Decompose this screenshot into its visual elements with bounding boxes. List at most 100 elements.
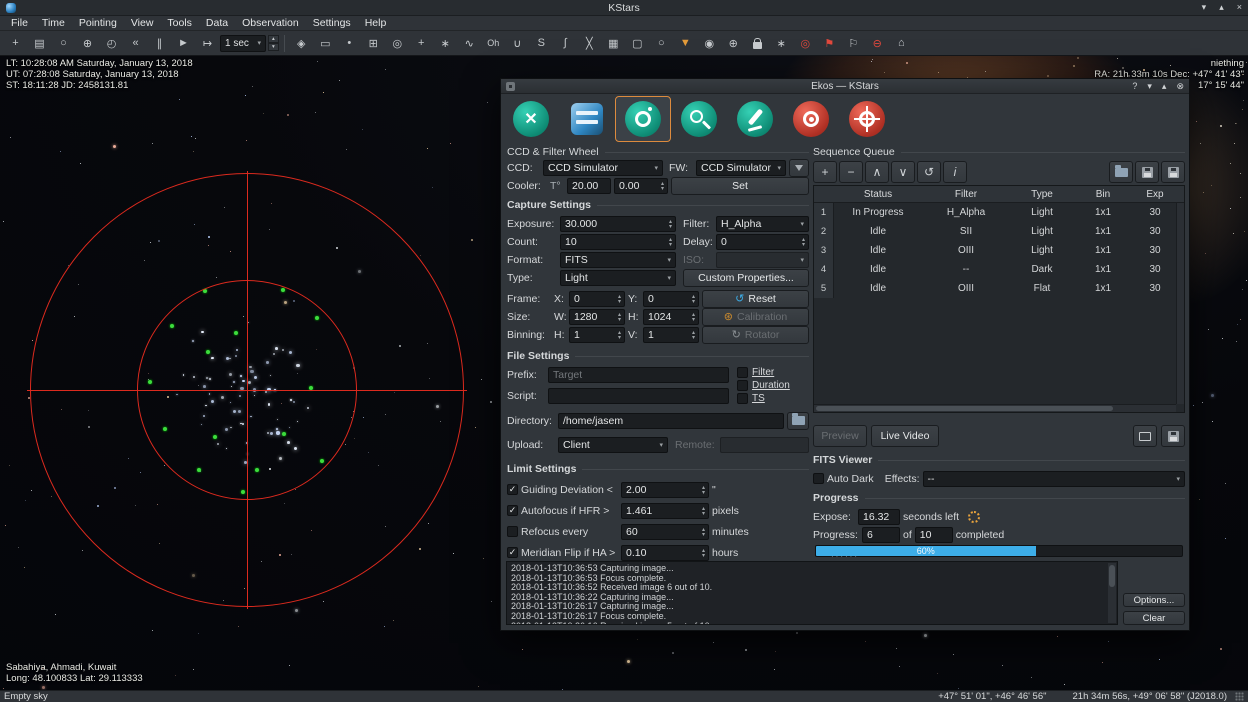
filter-checkbox[interactable] [737,367,748,378]
time-stop-icon[interactable]: ∥ [148,33,171,54]
eye-icon[interactable]: ◉ [698,33,721,54]
sequence-row-1[interactable]: 1 In Progress H_Alpha Light 1x1 30 [814,203,1184,222]
script-input[interactable] [548,388,729,404]
menu-item-view[interactable]: View [124,17,161,29]
window-titlebar[interactable]: KStars ▾ ▴ × [0,0,1248,16]
size-h-input[interactable]: 1024 [643,309,699,325]
auto-dark-checkbox[interactable] [813,473,824,484]
autofocus-hfr-input[interactable]: 1.461 [621,503,709,519]
add-object-icon[interactable]: + [410,33,433,54]
tab-scheduler[interactable] [559,96,615,142]
size-w-input[interactable]: 1280 [569,309,625,325]
tab-setup[interactable]: ✕ [503,96,559,142]
sequence-row-4[interactable]: 4 Idle -- Dark 1x1 30 [814,260,1184,279]
constellation-names-icon[interactable]: Oh [482,33,505,54]
duration-checkbox[interactable] [737,380,748,391]
time-step-spinner[interactable]: ▴▾ [268,35,279,51]
temperature-target-input[interactable]: 0.00 [614,178,668,194]
job-up-button[interactable]: ∧ [865,161,889,183]
table-vertical-scrollbar[interactable] [1176,203,1184,404]
red-flag-icon[interactable]: ⚑ [818,33,841,54]
fov-symbol-icon[interactable]: ▭ [314,33,337,54]
ecliptic-icon[interactable]: S [530,33,553,54]
time-step-icon[interactable]: ↦ [196,33,219,54]
table-horizontal-scrollbar[interactable] [814,404,1176,412]
device-manager-icon[interactable]: ⊞ [362,33,385,54]
globe-icon[interactable]: ⊕ [76,33,99,54]
options-button[interactable]: Options... [1123,593,1185,607]
browse-directory-button[interactable] [787,412,809,430]
custom-properties-button[interactable]: Custom Properties... [683,269,809,287]
lock-position-icon[interactable] [746,33,769,54]
col-exp[interactable]: Exp [1132,186,1178,202]
exposure-input[interactable]: 30.000 [560,216,676,232]
horizontal-grid-icon[interactable]: ▦ [602,33,625,54]
upload-select[interactable]: Client [558,437,668,453]
ekos-titlebar[interactable]: Ekos — KStars ? ▾ ▴ ⊗ [501,79,1189,94]
menu-item-help[interactable]: Help [358,17,394,29]
ccd-select[interactable]: CCD Simulator [543,160,663,176]
ts-checkbox[interactable] [737,393,748,404]
sequence-row-2[interactable]: 2 Idle SII Light 1x1 30 [814,222,1184,241]
equatorial-grid-icon[interactable]: ╳ [578,33,601,54]
refocus-every-checkbox[interactable] [507,526,518,537]
location-info-box[interactable]: Sabahiya, Ahmadi, Kuwait Long: 48.100833… [6,662,143,684]
format-select[interactable]: FITS [560,252,676,268]
display-fits-button[interactable] [1133,425,1157,447]
bin-v-input[interactable]: 1 [643,327,699,343]
find-object-icon[interactable]: ◈ [290,33,313,54]
frame-x-input[interactable]: 0 [569,291,625,307]
guiding-deviation-input[interactable]: 2.00 [621,482,709,498]
menu-item-pointing[interactable]: Pointing [72,17,124,29]
job-down-button[interactable]: ∨ [891,161,915,183]
open-sequence-button[interactable] [1109,161,1133,183]
pan-sky-icon[interactable]: + [4,33,27,54]
menu-item-observation[interactable]: Observation [235,17,306,29]
horizon-icon[interactable]: ▢ [626,33,649,54]
time-step-combo[interactable]: 1 sec [220,35,266,52]
scrollbar-thumb[interactable] [816,406,1113,411]
job-info-button[interactable]: i [943,161,967,183]
log-scrollbar[interactable] [1108,563,1116,623]
close-button[interactable]: ⊗ [1176,81,1184,92]
col-bin[interactable]: Bin [1074,186,1132,202]
menu-item-file[interactable]: File [4,17,35,29]
menu-item-settings[interactable]: Settings [306,17,358,29]
bin-h-input[interactable]: 1 [569,327,625,343]
add-job-button[interactable]: + [813,161,837,183]
time-now-icon[interactable]: ◴ [100,33,123,54]
count-input[interactable]: 10 [560,234,676,250]
reset-jobs-button[interactable]: ↺ [917,161,941,183]
track-object-icon[interactable]: ◎ [794,33,817,54]
minus-circle-icon[interactable]: ⊖ [866,33,889,54]
hips-overlay-icon[interactable]: • [338,33,361,54]
settings-gear-icon[interactable]: ∗ [434,33,457,54]
maximize-button[interactable]: ▴ [1162,81,1167,92]
menu-item-data[interactable]: Data [199,17,235,29]
tab-guide[interactable] [839,96,895,142]
col-status[interactable]: Status [834,186,922,202]
frame-y-input[interactable]: 0 [643,291,699,307]
tab-mount[interactable] [727,96,783,142]
fw-select[interactable]: CCD Simulator [696,160,786,176]
col-filter[interactable]: Filter [922,186,1010,202]
col-type[interactable]: Type [1010,186,1074,202]
remove-job-button[interactable]: − [839,161,863,183]
effects-select[interactable]: -- [923,471,1185,487]
geo-coordinates-icon[interactable]: ⊕ [722,33,745,54]
log-view[interactable]: 2018-01-13T10:36:53 Capturing image... 2… [506,561,1118,625]
directory-input[interactable]: /home/jasem [558,413,784,429]
white-flag-icon[interactable]: ⚐ [842,33,865,54]
filter-select[interactable]: H_Alpha [716,216,809,232]
maximize-button[interactable]: ▴ [1219,2,1224,13]
time-info-box[interactable]: LT: 10:28:08 AM Saturday, January 13, 20… [6,58,193,91]
open-image-icon[interactable]: ▤ [28,33,51,54]
scrollbar-thumb[interactable] [1109,565,1115,587]
observatory-dome-icon[interactable]: ⌂ [890,33,913,54]
tab-focus[interactable] [671,96,727,142]
supernovae-icon[interactable]: ∗ [770,33,793,54]
save-sequence-as-button[interactable] [1161,161,1185,183]
minimize-button[interactable]: ▾ [1202,2,1207,13]
filter-icon[interactable]: ▼ [674,33,697,54]
menu-item-time[interactable]: Time [35,17,72,29]
